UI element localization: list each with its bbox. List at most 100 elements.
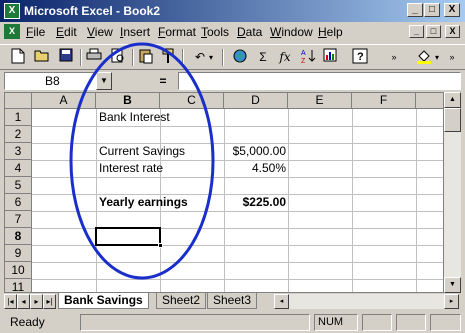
row-header[interactable]: 8	[5, 228, 32, 245]
row-header[interactable]: 2	[5, 126, 32, 143]
cell-B4[interactable]: Interest rate	[97, 160, 165, 177]
svg-text:Z: Z	[301, 58, 306, 64]
formula-bar: B8 ▼ =	[0, 71, 465, 92]
toolbar-separator	[80, 49, 82, 66]
sheet-tab-sheet2[interactable]: Sheet2	[156, 293, 207, 309]
cell-D3[interactable]: $5,000.00	[224, 143, 288, 160]
hyperlink-icon[interactable]	[230, 48, 250, 67]
column-header[interactable]: E	[288, 93, 352, 109]
scroll-up-icon[interactable]: ▲	[444, 92, 461, 108]
toolbar-separator	[182, 49, 184, 66]
title-bar: X Microsoft Excel - Book2 _ □ X	[0, 0, 465, 22]
cell-B1[interactable]: Bank Interest	[97, 109, 172, 126]
open-icon[interactable]	[32, 48, 52, 67]
column-header[interactable]: C	[160, 93, 224, 109]
first-sheet-icon[interactable]: |◂	[4, 294, 17, 309]
autosum-icon[interactable]: Σ	[253, 48, 273, 67]
menu-file[interactable]: File	[26, 25, 45, 39]
last-sheet-icon[interactable]: ▸|	[43, 294, 56, 309]
svg-text:?: ?	[357, 51, 364, 63]
print-icon[interactable]	[84, 48, 104, 67]
print-preview-icon[interactable]	[108, 48, 128, 67]
fill-color-icon[interactable]	[414, 48, 434, 67]
sheet-tab-bank-savings[interactable]: Bank Savings	[58, 293, 149, 309]
row-header[interactable]: 1	[5, 109, 32, 126]
toolbar-overflow-icon-2[interactable]: »	[446, 48, 458, 67]
cell-D6[interactable]: $225.00	[224, 194, 288, 211]
worksheet-grid: A B C D E F 1 2 3 4 5 6 7 8 9 10 11 Bank…	[4, 92, 444, 293]
column-header[interactable]: D	[224, 93, 288, 109]
close-button[interactable]: X	[444, 3, 460, 17]
menu-help[interactable]: Help	[318, 25, 343, 39]
new-icon[interactable]	[8, 48, 28, 67]
cell-D4[interactable]: 4.50%	[224, 160, 288, 177]
doc-close-button[interactable]: X	[445, 25, 460, 38]
horizontal-scrollbar[interactable]: ◂ ▸	[274, 294, 459, 309]
excel-app-icon[interactable]: X	[4, 3, 20, 19]
formula-input[interactable]	[178, 72, 461, 90]
row-header[interactable]: 10	[5, 262, 32, 279]
doc-restore-button[interactable]: □	[426, 25, 441, 38]
workbook-icon[interactable]: X	[4, 24, 20, 39]
status-panel-2	[362, 314, 392, 331]
select-all-corner[interactable]	[5, 93, 32, 109]
row-header[interactable]: 5	[5, 177, 32, 194]
toolbar-separator	[132, 49, 134, 66]
menu-data[interactable]: Data	[237, 25, 262, 39]
row-header[interactable]: 4	[5, 160, 32, 177]
column-header[interactable]: A	[32, 93, 96, 109]
vertical-scrollbar[interactable]: ▲ ▼	[444, 92, 461, 293]
fill-color-dropdown-icon[interactable]: ▾	[432, 48, 442, 67]
maximize-button[interactable]: □	[424, 3, 440, 17]
row-header[interactable]: 7	[5, 211, 32, 228]
menu-window[interactable]: Window	[270, 25, 313, 39]
scroll-thumb[interactable]	[444, 108, 461, 132]
status-panel-3	[396, 314, 426, 331]
doc-minimize-button[interactable]: _	[409, 25, 424, 38]
menu-bar: X File Edit View Insert Format Tools Dat…	[0, 22, 465, 42]
row-header[interactable]: 11	[5, 279, 32, 292]
menu-format[interactable]: Format	[158, 25, 196, 39]
sheet-tab-sheet3[interactable]: Sheet3	[207, 293, 258, 309]
status-panel-4	[430, 314, 461, 331]
toolbar-separator	[222, 49, 224, 66]
toolbar-overflow-icon[interactable]: »	[384, 48, 404, 67]
menu-tools[interactable]: Tools	[201, 25, 229, 39]
status-bar: Ready NUM	[0, 312, 465, 333]
row-header[interactable]: 9	[5, 245, 32, 262]
column-header-blank[interactable]	[416, 93, 443, 109]
name-box[interactable]: B8	[4, 72, 96, 90]
undo-dropdown-icon[interactable]: ▾	[206, 48, 216, 67]
scroll-down-icon[interactable]: ▼	[444, 277, 461, 293]
chart-icon[interactable]	[320, 48, 340, 67]
paste-icon[interactable]	[136, 48, 156, 67]
scroll-right-icon[interactable]: ▸	[444, 294, 459, 309]
window-title: Microsoft Excel - Book2	[24, 4, 161, 18]
column-header[interactable]: B	[96, 93, 160, 109]
standard-toolbar: ↶ ▾ Σ fx AZ ? » ▾ »	[0, 44, 465, 70]
function-icon[interactable]: fx	[275, 48, 295, 67]
sort-icon[interactable]: AZ	[298, 48, 318, 67]
cell-B3[interactable]: Current Savings	[97, 143, 187, 160]
edit-formula-button[interactable]: =	[150, 72, 176, 90]
active-cell-B8[interactable]	[95, 227, 163, 248]
format-painter-icon[interactable]	[158, 48, 178, 67]
prev-sheet-icon[interactable]: ◂	[17, 294, 30, 309]
menu-edit[interactable]: Edit	[56, 25, 77, 39]
cell-B6[interactable]: Yearly earnings	[97, 194, 190, 211]
name-box-dropdown-icon[interactable]: ▼	[96, 72, 112, 90]
row-header[interactable]: 6	[5, 194, 32, 211]
next-sheet-icon[interactable]: ▸	[30, 294, 43, 309]
fill-handle[interactable]	[158, 243, 163, 248]
save-icon[interactable]	[56, 48, 76, 67]
num-lock-indicator: NUM	[314, 314, 358, 331]
row-header[interactable]: 3	[5, 143, 32, 160]
minimize-button[interactable]: _	[407, 3, 423, 17]
svg-text:A: A	[301, 50, 306, 57]
status-panel	[80, 314, 310, 331]
column-header[interactable]: F	[352, 93, 416, 109]
menu-view[interactable]: View	[87, 25, 113, 39]
help-icon[interactable]: ?	[350, 48, 370, 67]
menu-insert[interactable]: Insert	[120, 25, 150, 39]
scroll-left-icon[interactable]: ◂	[274, 294, 289, 309]
